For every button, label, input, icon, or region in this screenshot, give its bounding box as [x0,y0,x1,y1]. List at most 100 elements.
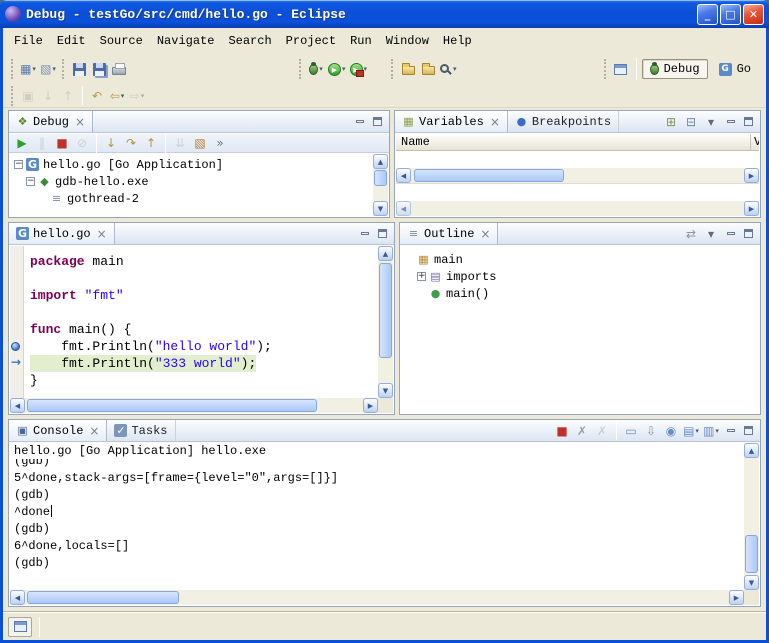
instruction-pointer-icon[interactable]: → [11,357,22,368]
toolbar-drag-handle[interactable] [391,59,394,79]
maximize-view-button[interactable] [740,226,757,241]
scrollbar-thumb[interactable] [27,399,317,412]
step-return-icon[interactable]: ↑ [141,135,161,152]
scrollbar-thumb[interactable] [374,170,387,186]
scroll-up-button[interactable] [744,443,759,458]
maximize-view-button[interactable] [740,423,757,438]
step-over-icon[interactable]: ↷ [121,135,141,152]
console-output[interactable]: hello.go [Go Application] hello.exe (gdb… [10,443,744,590]
scroll-left-button[interactable] [396,168,411,183]
maximize-button[interactable]: □ [720,4,741,25]
code-line[interactable]: → fmt.Println("333 world"); [10,355,378,372]
maximize-view-button[interactable] [374,226,391,241]
minimize-view-button[interactable] [356,226,373,241]
toolbar-drag-handle[interactable] [604,59,607,79]
scrollbar-thumb[interactable] [27,591,179,604]
fast-view-button[interactable] [8,617,32,637]
debug-vertical-scrollbar[interactable] [373,154,388,216]
minimize-view-button[interactable] [722,423,739,438]
scroll-lock-icon[interactable]: ⇩ [641,422,661,440]
menu-window[interactable]: Window [381,31,434,51]
menu-file[interactable]: File [9,31,48,51]
clear-console-icon[interactable]: ▭ [621,422,641,440]
editor-horizontal-scrollbar[interactable] [10,398,378,413]
outline-tree[interactable]: ▦main+▤imports●main() [401,246,759,413]
step-into-icon[interactable]: ↓ [101,135,121,152]
debug-tree-item[interactable]: ≡gothread-2 [10,190,373,207]
save-icon[interactable] [69,58,89,80]
dropdown-arrow-icon[interactable]: ▾ [342,65,346,73]
next-annotation-icon[interactable]: ↓ [38,85,58,107]
menu-project[interactable]: Project [281,31,341,51]
tab-variables[interactable]: ▦ Variables [395,111,508,132]
column-header-name[interactable]: Name [396,134,751,150]
scrollbar-track[interactable] [25,398,363,413]
external-tools-icon[interactable]: ▶▾ [348,58,370,80]
debug-icon[interactable]: ▾ [306,58,326,80]
editor-vertical-scrollbar[interactable] [378,246,393,398]
forward-icon[interactable]: ⇨▾ [127,85,147,107]
use-step-filters-icon[interactable]: ▧ [190,135,210,152]
tree-expander[interactable]: − [26,177,35,186]
view-menu-icon[interactable]: ▾ [701,113,721,131]
back-icon[interactable]: ⇦▾ [107,85,127,107]
search-icon[interactable]: ▾ [438,58,459,80]
show-logical-structure-icon[interactable]: ⊞ [661,113,681,131]
scroll-right-button[interactable] [729,590,744,605]
tab-hello-go[interactable]: G hello.go [9,223,115,244]
remove-launch-icon[interactable]: ✗ [572,422,592,440]
terminate-icon[interactable]: ■ [552,422,572,440]
code-line[interactable] [10,304,378,321]
outline-item[interactable]: ●main() [413,285,759,302]
scroll-left-button[interactable] [396,201,411,216]
menu-edit[interactable]: Edit [52,31,91,51]
save-all-icon[interactable] [89,58,109,80]
drop-to-frame-icon[interactable]: ⇊ [170,135,190,152]
scrollbar-track[interactable] [373,169,388,201]
code-line[interactable] [10,270,378,287]
scroll-down-button[interactable] [378,383,393,398]
scroll-left-button[interactable] [10,590,25,605]
variables-detail-pane[interactable] [396,183,759,201]
previous-annotation-icon[interactable]: ↑ [58,85,78,107]
tab-debug[interactable]: ❖ Debug [9,111,93,132]
debug-launch-tree[interactable]: −Ghello.go [Go Application]−◆gdb-hello.e… [10,154,373,216]
close-tab-icon[interactable] [75,115,85,129]
toolbar-overflow-chevron[interactable]: » [210,135,230,152]
column-header-value[interactable]: V [751,134,759,150]
menu-run[interactable]: Run [345,31,377,51]
pin-console-icon[interactable]: ◉ [661,422,681,440]
pin-editor-icon[interactable]: ▣ [18,85,38,107]
run-icon[interactable]: ▶▾ [326,58,348,80]
print-icon[interactable] [109,58,129,80]
tab-breakpoints[interactable]: ● Breakpoints [508,111,619,132]
debug-tree-item[interactable]: −Ghello.go [Go Application] [10,156,373,173]
tab-console[interactable]: ▣ Console [9,420,107,441]
outline-item[interactable]: ▦main [413,251,759,268]
variables-tree-area[interactable] [396,151,759,168]
remove-all-launches-icon[interactable]: ✗ [592,422,612,440]
menu-navigate[interactable]: Navigate [152,31,220,51]
terminate-icon[interactable]: ■ [52,135,72,152]
dropdown-arrow-icon[interactable]: ▾ [52,65,56,73]
title-bar[interactable]: Debug - testGo/src/cmd/hello.go - Eclips… [0,0,769,28]
code-line[interactable]: func main() { [10,321,378,338]
last-edit-location-icon[interactable]: ↶ [87,85,107,107]
scrollbar-thumb[interactable] [379,263,392,358]
dropdown-arrow-icon[interactable]: ▾ [695,427,699,435]
open-perspective-button[interactable] [611,58,631,80]
outline-item[interactable]: +▤imports [413,268,759,285]
scrollbar-track[interactable] [378,261,393,383]
variables-horizontal-scrollbar[interactable] [396,168,759,183]
collapse-all-icon[interactable]: ⊟ [681,113,701,131]
menu-source[interactable]: Source [95,31,148,51]
minimize-view-button[interactable] [722,114,739,129]
menu-help[interactable]: Help [438,31,477,51]
tab-tasks[interactable]: ✓ Tasks [107,420,175,441]
dropdown-arrow-icon[interactable]: ▾ [141,92,145,100]
scroll-down-button[interactable] [373,201,388,216]
scroll-right-button[interactable] [744,201,759,216]
tab-outline[interactable]: ≡ Outline [400,223,498,244]
dropdown-arrow-icon[interactable]: ▾ [32,65,36,73]
toolbar-drag-handle[interactable] [11,86,14,106]
